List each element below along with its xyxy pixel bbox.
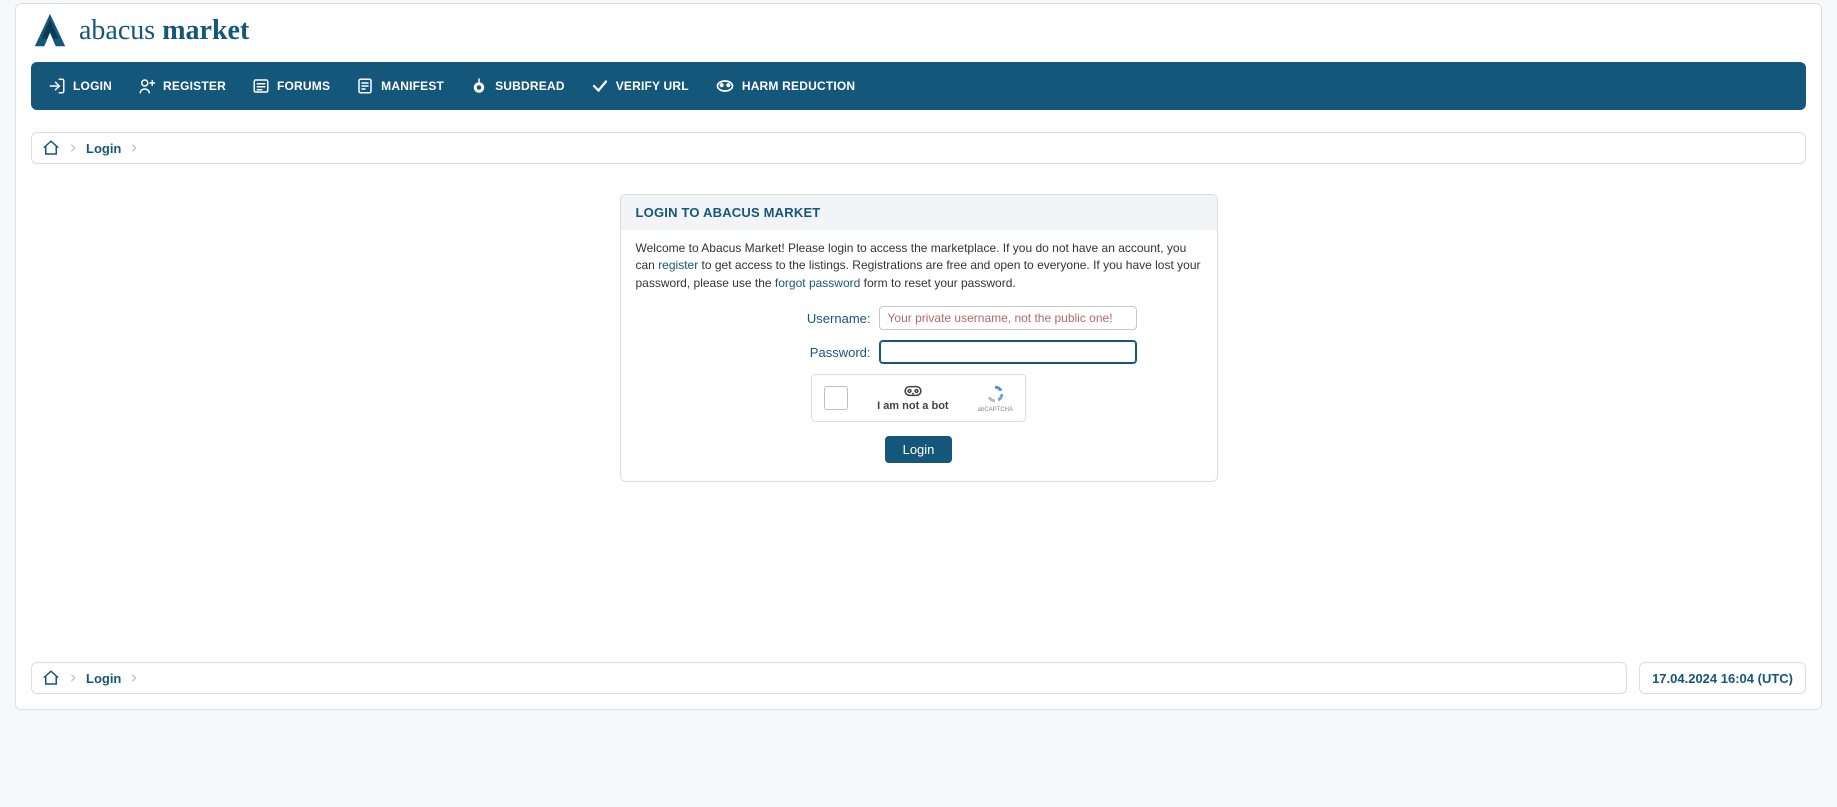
chevron-right-icon: [129, 143, 139, 153]
logo-word1: abacus: [79, 15, 155, 46]
card-body: Welcome to Abacus Market! Please login t…: [621, 230, 1217, 481]
header: abacus market: [16, 4, 1821, 62]
subdread-icon: [470, 77, 488, 95]
nav-label: VERIFY URL: [616, 79, 689, 93]
nav-label: FORUMS: [277, 79, 330, 93]
nav-verify-url[interactable]: VERIFY URL: [578, 62, 702, 110]
nav-label: HARM REDUCTION: [742, 79, 855, 93]
breadcrumb: Login: [31, 132, 1806, 164]
captcha-brand: abCAPTCHA: [978, 407, 1013, 413]
password-input[interactable]: [879, 340, 1137, 364]
captcha-box: I am not a bot abCAPTCHA: [811, 374, 1026, 422]
recaptcha-icon: [984, 383, 1006, 405]
brand-logo[interactable]: abacus market: [31, 12, 249, 50]
nav-label: SUBDREAD: [495, 79, 565, 93]
nav-register[interactable]: REGISTER: [125, 62, 239, 110]
nav-label: MANIFEST: [381, 79, 444, 93]
nav-harm-reduction[interactable]: HARM REDUCTION: [702, 62, 868, 110]
card-title: LOGIN TO ABACUS MARKET: [621, 195, 1217, 230]
page-container: abacus market LOGIN REGISTER FORUMS: [15, 3, 1822, 710]
logo-icon: [31, 12, 69, 50]
intro-text: Welcome to Abacus Market! Please login t…: [636, 240, 1202, 292]
login-button[interactable]: Login: [885, 436, 953, 463]
login-card: LOGIN TO ABACUS MARKET Welcome to Abacus…: [620, 194, 1218, 482]
nav-forums[interactable]: FORUMS: [239, 62, 343, 110]
login-icon: [48, 77, 66, 95]
user-plus-icon: [138, 77, 156, 95]
chevron-right-icon: [129, 673, 139, 683]
main-nav: LOGIN REGISTER FORUMS MANIFEST SUBDREAD: [31, 62, 1806, 110]
password-row: Password:: [636, 340, 1202, 364]
home-icon[interactable]: [42, 139, 60, 157]
chevron-right-icon: [68, 143, 78, 153]
robot-icon: [902, 384, 924, 398]
footer-breadcrumb-current[interactable]: Login: [86, 671, 121, 686]
list-icon: [252, 77, 270, 95]
nav-subdread[interactable]: SUBDREAD: [457, 62, 578, 110]
timestamp: 17.04.2024 16:04 (UTC): [1639, 662, 1806, 694]
nav-label: LOGIN: [73, 79, 112, 93]
username-row: Username:: [636, 306, 1202, 330]
password-label: Password:: [701, 345, 871, 360]
nav-manifest[interactable]: MANIFEST: [343, 62, 457, 110]
captcha-brand-wrap: abCAPTCHA: [978, 383, 1013, 413]
captcha-label: I am not a bot: [877, 400, 949, 412]
footer-breadcrumb: Login: [31, 662, 1627, 694]
username-input[interactable]: [879, 306, 1137, 330]
check-icon: [591, 77, 609, 95]
logo-word2: market: [162, 15, 249, 46]
captcha-mid: I am not a bot: [862, 384, 964, 412]
document-icon: [356, 77, 374, 95]
captcha-checkbox[interactable]: [824, 386, 848, 410]
mask-icon: [715, 77, 735, 95]
logo-text: abacus market: [79, 15, 249, 47]
username-label: Username:: [701, 311, 871, 326]
forgot-password-link[interactable]: forgot password: [775, 276, 860, 290]
chevron-right-icon: [68, 673, 78, 683]
submit-row: Login: [636, 436, 1202, 463]
home-icon[interactable]: [42, 669, 60, 687]
intro-part3: form to reset your password.: [860, 276, 1015, 290]
footer-row: Login 17.04.2024 16:04 (UTC): [31, 662, 1806, 694]
content-area: LOGIN TO ABACUS MARKET Welcome to Abacus…: [16, 164, 1821, 662]
nav-login[interactable]: LOGIN: [35, 62, 125, 110]
register-link[interactable]: register: [658, 258, 698, 272]
breadcrumb-current[interactable]: Login: [86, 141, 121, 156]
nav-label: REGISTER: [163, 79, 226, 93]
